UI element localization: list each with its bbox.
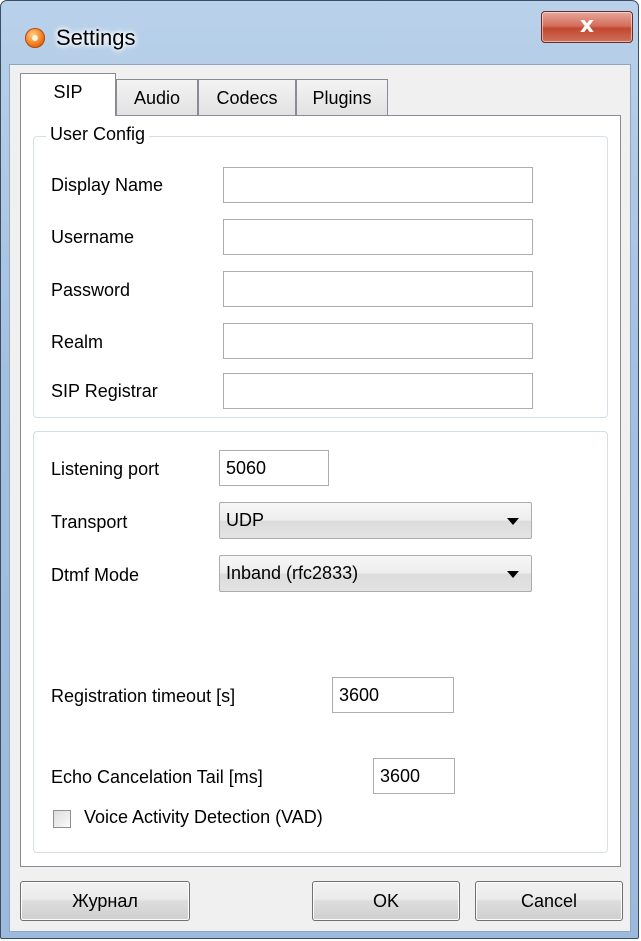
echo-cancel-tail-label: Echo Cancelation Tail [ms] [51, 767, 263, 787]
sip-registrar-field[interactable] [223, 373, 533, 409]
chevron-down-icon [507, 571, 519, 578]
registration-timeout-field[interactable]: 3600 [332, 677, 454, 713]
password-field[interactable] [223, 271, 533, 307]
user-config-group: User Config Display Name Username Passwo… [33, 124, 608, 418]
registration-timeout-label: Registration timeout [s] [51, 686, 236, 706]
transport-label: Transport [51, 512, 128, 532]
username-label: Username [51, 227, 135, 247]
vad-label[interactable]: Voice Activity Detection (VAD) [84, 807, 323, 828]
tab-panel-sip: User Config Display Name Username Passwo… [20, 115, 621, 867]
transport-value: UDP [226, 510, 265, 530]
tab-sip[interactable]: SIP [20, 73, 116, 116]
display-name-label: Display Name [51, 175, 164, 195]
realm-field[interactable] [223, 323, 533, 359]
network-settings-group: Listening port 5060 Transport UDP Dtmf M… [33, 431, 608, 853]
transport-select[interactable]: UDP [219, 502, 532, 539]
echo-cancel-tail-field[interactable]: 3600 [373, 758, 455, 794]
close-button[interactable]: x [541, 11, 633, 43]
listening-port-field[interactable]: 5060 [219, 450, 329, 486]
username-field[interactable] [223, 219, 533, 255]
user-config-title: User Config [46, 124, 150, 145]
dtmf-mode-value: Inband (rfc2833) [226, 563, 359, 583]
display-name-field[interactable] [223, 167, 533, 203]
settings-window: Settings x SIP Audio Codecs Plugins User… [0, 0, 639, 939]
dtmf-mode-select[interactable]: Inband (rfc2833) [219, 555, 532, 592]
vad-checkbox[interactable] [53, 810, 71, 828]
realm-label: Realm [51, 332, 104, 352]
journal-button[interactable]: Журнал [20, 881, 190, 921]
password-label: Password [51, 280, 131, 300]
sip-registrar-label: SIP Registrar [51, 381, 158, 401]
dtmf-mode-label: Dtmf Mode [51, 565, 140, 585]
window-title: Settings [56, 25, 136, 50]
listening-port-label: Listening port [51, 459, 160, 479]
tab-codecs[interactable]: Codecs [198, 79, 296, 115]
chevron-down-icon [507, 518, 519, 525]
app-icon [25, 28, 45, 48]
cancel-button[interactable]: Cancel [475, 881, 623, 921]
dialog-client-area: SIP Audio Codecs Plugins User Config Dis… [9, 64, 631, 932]
title-bar[interactable]: Settings x [1, 1, 638, 63]
tab-plugins[interactable]: Plugins [296, 79, 388, 115]
tab-audio[interactable]: Audio [116, 79, 198, 115]
ok-button[interactable]: OK [312, 881, 460, 921]
